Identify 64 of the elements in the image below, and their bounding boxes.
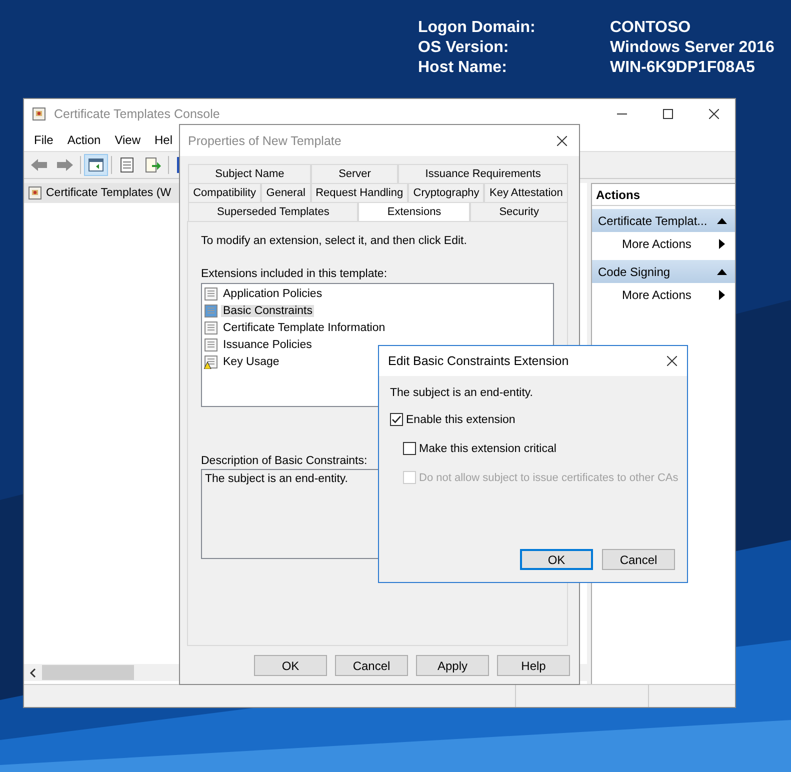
- extension-item[interactable]: Application Policies: [204, 285, 551, 302]
- tab[interactable]: Security: [470, 202, 568, 221]
- menu-item[interactable]: Hel: [154, 133, 173, 147]
- tab[interactable]: Server: [311, 164, 398, 183]
- tab[interactable]: Compatibility: [188, 183, 262, 202]
- checkbox-label: Make this extension critical: [419, 442, 556, 454]
- tab[interactable]: General: [261, 183, 311, 202]
- info-value: WIN-6K9DP1F08A5: [610, 58, 756, 77]
- close-icon[interactable]: [709, 109, 719, 119]
- scroll-left-icon[interactable]: [29, 668, 37, 678]
- info-label: Host Name:: [418, 58, 508, 77]
- tab[interactable]: Key Attestation: [484, 183, 568, 202]
- menu-item[interactable]: File: [34, 133, 54, 147]
- dialog-button[interactable]: Cancel: [602, 549, 675, 570]
- dialog-title: Properties of New Template: [188, 134, 342, 148]
- extension-item[interactable]: Certificate Template Information: [204, 319, 551, 336]
- action-link[interactable]: More Actions: [592, 232, 735, 257]
- checkbox[interactable]: [403, 442, 416, 455]
- tree-item[interactable]: Certificate Templates (W: [24, 183, 180, 203]
- pane-toggle-icon[interactable]: [85, 155, 107, 175]
- close-icon[interactable]: [667, 356, 677, 366]
- tab[interactable]: Superseded Templates: [188, 202, 358, 221]
- extension-item[interactable]: Basic Constraints: [204, 302, 551, 319]
- info-label: OS Version:: [418, 38, 510, 57]
- app-icon: [32, 107, 46, 121]
- tab[interactable]: Issuance Requirements: [398, 164, 568, 183]
- close-icon[interactable]: [557, 136, 567, 146]
- actions-title: Actions: [592, 184, 735, 206]
- maximize-icon[interactable]: [663, 109, 673, 119]
- dialog-title: Edit Basic Constraints Extension: [388, 354, 569, 368]
- list-label: Extensions included in this template:: [201, 268, 388, 280]
- tab[interactable]: Cryptography: [408, 183, 484, 202]
- dialog-button[interactable]: Apply: [416, 655, 489, 676]
- description-label: Description of Basic Constraints:: [201, 455, 368, 467]
- document-icon: [204, 320, 218, 334]
- action-group-header[interactable]: Code Signing: [592, 260, 735, 283]
- checkbox[interactable]: [390, 413, 403, 426]
- document-icon: [204, 338, 218, 352]
- instruction-text: To modify an extension, select it, and then click Edit.: [201, 235, 468, 247]
- tab[interactable]: Request Handling: [310, 183, 408, 202]
- document-icon: [204, 286, 218, 300]
- submenu-arrow-icon: [719, 290, 725, 300]
- info-value: CONTOSO: [610, 18, 692, 37]
- dialog-button[interactable]: Cancel: [335, 655, 408, 676]
- checkbox-label: Enable this extension: [406, 414, 516, 426]
- subject-text: The subject is an end-entity.: [390, 387, 534, 399]
- dialog-button[interactable]: Help: [497, 655, 570, 676]
- document-icon: [204, 304, 218, 318]
- dialog-button[interactable]: OK: [520, 549, 593, 570]
- window-title: Certificate Templates Console: [54, 107, 220, 121]
- tab[interactable]: Extensions: [358, 202, 470, 221]
- action-group-header[interactable]: Certificate Templat...: [592, 209, 735, 232]
- dialog-button[interactable]: OK: [254, 655, 327, 676]
- collapse-icon[interactable]: [717, 269, 727, 275]
- tab[interactable]: Subject Name: [188, 164, 312, 183]
- info-label: Logon Domain:: [418, 18, 536, 37]
- info-value: Windows Server 2016: [610, 38, 774, 57]
- warning-document-icon: [204, 354, 218, 368]
- menu-item[interactable]: View: [114, 133, 140, 147]
- certificate-icon: [28, 186, 42, 200]
- menu-item[interactable]: Action: [67, 133, 101, 147]
- action-link[interactable]: More Actions: [592, 283, 735, 308]
- submenu-arrow-icon: [719, 239, 725, 249]
- collapse-icon[interactable]: [717, 218, 727, 224]
